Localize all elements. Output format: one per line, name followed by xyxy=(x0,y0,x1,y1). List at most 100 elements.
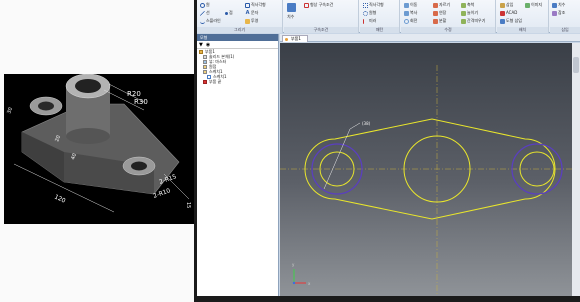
move-icon xyxy=(404,2,409,8)
ribbon-btn-project[interactable]: 투영 xyxy=(245,18,258,24)
dimension-small-icon xyxy=(552,2,557,8)
tree-item-end-of-part[interactable]: 부품 끝 xyxy=(197,79,278,84)
reference-icon xyxy=(552,10,557,16)
ribbon-btn-extend[interactable]: 연장 xyxy=(433,10,446,16)
ribbon-group-pattern: 직사각형 원형 미러 패턴 xyxy=(360,0,400,33)
solid-body-icon xyxy=(203,54,207,59)
ribbon-group-label-insert: 삽입 xyxy=(550,27,580,33)
ribbon-btn-insert[interactable]: 삽입 xyxy=(500,2,513,8)
sketch-outer-profile[interactable] xyxy=(304,118,556,220)
sketch-icon xyxy=(203,69,207,74)
canvas-scrollbar[interactable] xyxy=(572,43,580,296)
ribbon-group-label-layout: 배치 xyxy=(497,27,548,33)
mirror-icon xyxy=(363,18,368,24)
document-tab-bar: 부품1 xyxy=(280,34,580,42)
ribbon-btn-acad[interactable]: ACAD xyxy=(500,10,517,16)
ribbon-btn-offset[interactable]: 간격띄우기 xyxy=(461,18,485,24)
ribbon-btn-circle[interactable]: 원 xyxy=(200,2,210,8)
insert-icon xyxy=(500,2,505,8)
ribbon-btn-point[interactable]: 점 xyxy=(225,10,233,16)
axis-y-label: y xyxy=(292,262,295,267)
image-icon xyxy=(525,2,530,8)
dim-r20: R20 xyxy=(127,90,141,98)
text-icon: A xyxy=(245,9,250,16)
constraint-icon xyxy=(304,2,309,8)
ribbon-btn-circ-pattern[interactable]: 원형 xyxy=(363,10,376,16)
ribbon-btn-line[interactable]: 선 xyxy=(200,10,210,16)
ribbon-group-constrain: 치수 형상 구속조건 구속조건 xyxy=(284,0,359,33)
rotate-icon xyxy=(404,18,409,24)
ribbon-group-insert: 치수 참조 삽입 xyxy=(550,0,580,33)
ribbon-btn-insert-shape[interactable]: 도형 삽입 xyxy=(500,18,522,24)
ribbon-group-label-draw: 그리기 xyxy=(197,27,282,33)
dimension-label[interactable]: (38) xyxy=(362,121,371,126)
ribbon-btn-copy[interactable]: 복사 xyxy=(404,10,417,16)
copy-icon xyxy=(404,10,409,16)
sketch-child-icon xyxy=(207,74,211,79)
ribbon-group-modify: 이동 복사 회전 자르기 연장 분할 축척 늘이기 간격띄우기 수정 xyxy=(401,0,496,33)
axis-origin-icon xyxy=(292,281,296,285)
ribbon-btn-text[interactable]: A 문자 xyxy=(245,9,259,16)
scrollbar-thumb[interactable] xyxy=(573,57,579,73)
ribbon-btn-reference[interactable]: 참조 xyxy=(552,10,565,16)
dimension-icon[interactable] xyxy=(287,3,296,12)
ribbon-btn-trim[interactable]: 자르기 xyxy=(433,2,450,8)
status-bar xyxy=(197,296,580,302)
ribbon-group-layout: 삽입 ACAD 도형 삽입 이미지 배치 xyxy=(497,0,549,33)
ribbon-btn-mirror[interactable]: 미러 xyxy=(363,18,376,24)
dim-120: 120 xyxy=(53,193,67,204)
ribbon-btn-insert-dim[interactable]: 치수 xyxy=(552,2,565,8)
dim-r30: R30 xyxy=(134,98,148,106)
reference-pane: R20 R30 2-R15 2-R10 120 30 15 20 40 xyxy=(0,0,195,302)
document-tab[interactable]: 부품1 xyxy=(282,35,308,42)
ribbon-btn-scale[interactable]: 축척 xyxy=(461,2,474,8)
ribbon-btn-split[interactable]: 분할 xyxy=(433,18,446,24)
sketch-canvas[interactable]: (38) x y xyxy=(280,43,572,296)
ribbon-btn-rect-pattern[interactable]: 직사각형 xyxy=(363,2,384,8)
ribbon-btn-stretch[interactable]: 늘이기 xyxy=(461,10,478,16)
dim-15: 15 xyxy=(185,202,191,208)
end-of-part-icon xyxy=(203,79,207,84)
ribbon-btn-move[interactable]: 이동 xyxy=(404,2,417,8)
view-icon xyxy=(203,59,207,64)
browser-title: 모형 xyxy=(197,34,278,41)
circular-pattern-icon xyxy=(363,10,368,16)
project-icon xyxy=(245,18,250,24)
rect-pattern-icon xyxy=(363,2,368,8)
ribbon-btn-geometric-constraint[interactable]: 형상 구속조건 xyxy=(304,2,333,8)
ribbon-btn-dimension[interactable]: 치수 xyxy=(287,14,294,20)
extend-icon xyxy=(433,10,438,16)
line-icon xyxy=(200,10,205,16)
spline-icon xyxy=(200,19,205,24)
dimension-leader xyxy=(323,122,361,190)
binoculars-icon[interactable]: ◉ xyxy=(206,42,210,48)
reference-part-image: R20 R30 2-R15 2-R10 120 30 15 20 40 xyxy=(4,74,194,224)
ribbon-btn-rotate[interactable]: 회전 xyxy=(404,18,417,24)
model-browser: 모형 ▼ ◉ 부품1 솔리드 본체(1) 뷰: 마스터 원점 스케치1 스케치1… xyxy=(197,34,279,296)
point-icon xyxy=(225,11,228,15)
stretch-icon xyxy=(461,10,466,16)
part-icon xyxy=(199,49,203,54)
split-icon xyxy=(433,18,438,24)
ribbon-group-label-modify: 수정 xyxy=(401,27,495,33)
rectangle-icon xyxy=(245,2,250,8)
ribbon-group-draw: 원 선 스플라인 점 직사각형 A 문자 투영 그리기 xyxy=(197,0,283,33)
part-file-icon xyxy=(285,38,288,41)
filter-icon[interactable]: ▼ xyxy=(199,42,203,48)
axis-x-label: x xyxy=(308,281,311,286)
scale-icon xyxy=(461,2,466,8)
circle-icon xyxy=(200,2,205,8)
ribbon-btn-image[interactable]: 이미지 xyxy=(525,2,542,8)
dim-30: 30 xyxy=(6,107,14,115)
browser-toolbar: ▼ ◉ xyxy=(197,41,278,49)
ribbon-group-label-pattern: 패턴 xyxy=(360,27,399,33)
acad-icon xyxy=(500,10,505,16)
ribbon-btn-spline[interactable]: 스플라인 xyxy=(200,18,221,24)
trim-icon xyxy=(433,2,438,8)
ribbon-btn-rectangle[interactable]: 직사각형 xyxy=(245,2,266,8)
cad-application: 원 선 스플라인 점 직사각형 A 문자 투영 그리기 치수 형상 구속조건 구속… xyxy=(197,0,580,302)
shape-icon xyxy=(500,18,505,24)
ribbon: 원 선 스플라인 점 직사각형 A 문자 투영 그리기 치수 형상 구속조건 구속… xyxy=(197,0,580,33)
origin-folder-icon xyxy=(203,64,207,69)
ribbon-group-label-constrain: 구속조건 xyxy=(284,27,358,33)
